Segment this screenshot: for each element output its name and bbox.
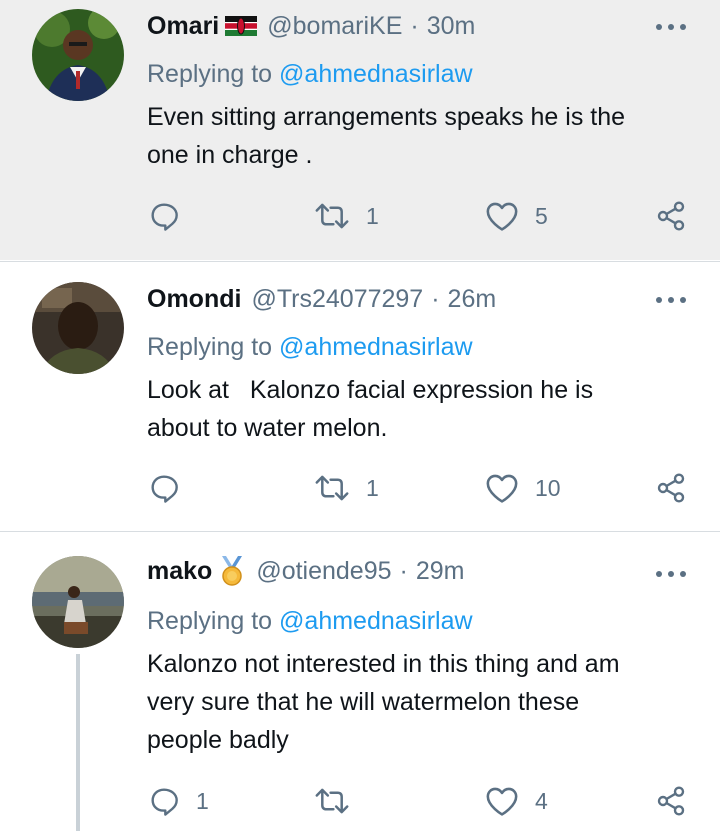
share-button[interactable] (655, 783, 687, 819)
replying-prefix: Replying to (147, 60, 273, 88)
share-button[interactable] (655, 470, 687, 506)
replying-to: Replying to @ahmednasirlaw (147, 60, 473, 89)
replying-to-link[interactable]: @ahmednasirlaw (279, 60, 473, 88)
more-options-icon[interactable] (656, 569, 686, 579)
retweet-count: 1 (366, 474, 379, 501)
replying-to: Replying to @ahmednasirlaw (147, 333, 473, 362)
separator-dot: · (410, 11, 419, 40)
like-button[interactable]: 10 (485, 470, 561, 506)
share-icon (657, 786, 685, 816)
tweet-mako[interactable]: mako @otiende95 · 29m Replying to @ahmed… (0, 532, 720, 831)
tweet-text: Even sitting arrangements speaks he is t… (147, 103, 626, 169)
reply-button[interactable]: 1 (148, 783, 209, 819)
timestamp[interactable]: 29m (416, 557, 465, 586)
reply-icon (151, 788, 178, 816)
timestamp[interactable]: 30m (427, 12, 476, 41)
display-name[interactable]: Omari (147, 12, 219, 41)
heart-icon (486, 202, 518, 231)
tweet-text: Kalonzo not interested in this thing and… (147, 650, 620, 754)
share-icon (657, 473, 685, 503)
avatar[interactable] (32, 9, 124, 101)
tweet-omondi[interactable]: Omondi @Trs24077297 · 26m Replying to @a… (0, 262, 720, 530)
heart-icon (486, 474, 518, 503)
reply-button[interactable] (148, 470, 196, 506)
like-count: 10 (535, 474, 561, 501)
separator-dot: · (431, 284, 440, 313)
like-count: 5 (535, 202, 548, 229)
retweet-icon (315, 475, 349, 501)
reply-button[interactable] (148, 198, 196, 234)
display-name[interactable]: Omondi (147, 285, 241, 314)
tweet-header: mako @otiende95 · 29m (147, 556, 465, 586)
retweet-count: 1 (366, 202, 379, 229)
handle[interactable]: @Trs24077297 (251, 285, 423, 314)
replying-to-link[interactable]: @ahmednasirlaw (279, 333, 473, 361)
share-icon (657, 201, 685, 231)
reply-count: 1 (196, 787, 209, 814)
tweet-text: Look at Kalonzo facial expression he is … (147, 376, 594, 442)
retweet-icon (315, 203, 349, 229)
display-name[interactable]: mako (147, 557, 212, 586)
avatar[interactable] (32, 556, 124, 648)
retweet-button[interactable]: 1 (314, 470, 379, 506)
retweet-button[interactable]: 1 (314, 198, 379, 234)
thread-line (76, 654, 80, 831)
like-button[interactable]: 5 (485, 198, 548, 234)
reply-icon (151, 475, 178, 503)
replying-to-link[interactable]: @ahmednasirlaw (279, 607, 473, 635)
handle[interactable]: @otiende95 (256, 557, 391, 586)
avatar[interactable] (32, 282, 124, 374)
share-button[interactable] (655, 198, 687, 234)
tweet-header: Omondi @Trs24077297 · 26m (147, 284, 496, 314)
timestamp[interactable]: 26m (448, 285, 497, 314)
replying-prefix: Replying to (147, 607, 273, 635)
retweet-button[interactable] (314, 783, 366, 819)
tweet-header: Omari @bomariKE · 30m (147, 11, 475, 41)
more-options-icon[interactable] (656, 295, 686, 305)
separator-dot: · (399, 556, 408, 585)
like-button[interactable]: 4 (485, 783, 548, 819)
tweet-omari[interactable]: Omari @bomariKE · 30m Replying to @ahmed… (0, 0, 720, 260)
medal-icon (218, 555, 246, 587)
more-options-icon[interactable] (656, 22, 686, 32)
handle[interactable]: @bomariKE (267, 12, 402, 41)
kenya-flag-icon (225, 16, 258, 36)
retweet-icon (315, 788, 349, 814)
reply-icon (151, 203, 178, 231)
heart-icon (486, 787, 518, 816)
replying-prefix: Replying to (147, 333, 273, 361)
like-count: 4 (535, 787, 548, 814)
replying-to: Replying to @ahmednasirlaw (147, 607, 473, 636)
